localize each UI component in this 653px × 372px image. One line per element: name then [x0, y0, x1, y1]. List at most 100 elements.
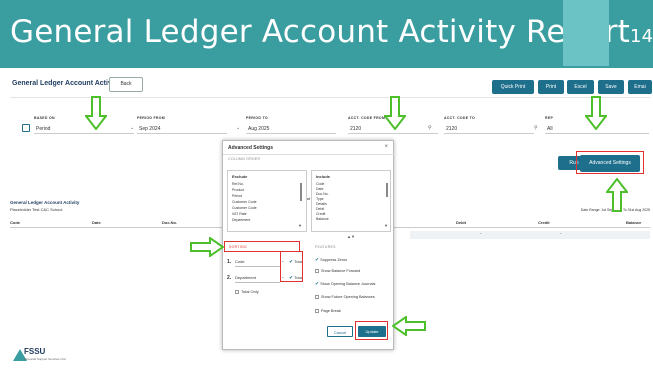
report-school: Placeholder Test C&C School	[10, 207, 63, 212]
page-accent-box	[563, 0, 609, 66]
acct-code-to-input[interactable]: 2120	[444, 124, 534, 134]
list-item[interactable]: Department	[232, 218, 250, 222]
fssu-logo-text: FSSU	[24, 347, 46, 356]
annotation-box-advanced	[576, 151, 644, 174]
fssu-logo-sub: Financial Support Services Unit	[24, 357, 66, 361]
excel-button[interactable]: Excel	[567, 80, 594, 94]
table-row: - -	[410, 231, 650, 239]
period-to-select[interactable]: Aug 2025	[246, 124, 336, 134]
list-item[interactable]: Code	[316, 182, 324, 186]
column-order-label: COLUMN ORDER	[228, 157, 261, 161]
list-item[interactable]: Balance	[316, 217, 329, 221]
exclude-header: Exclude	[232, 174, 248, 179]
close-icon[interactable]: ×	[384, 144, 388, 150]
list-item[interactable]: Details	[316, 202, 327, 206]
slide-title-text: General Ledger Account Activity Report	[10, 14, 631, 50]
total-only-label: Total Only	[241, 289, 259, 294]
list-item[interactable]: Customer Code	[232, 206, 257, 210]
checkbox-icon	[315, 269, 319, 273]
include-header: Include	[316, 174, 331, 179]
features-label: FEATURES	[315, 245, 336, 249]
arrow-up-icon	[606, 178, 628, 212]
scroll-down-icon[interactable]: ▼	[298, 223, 302, 228]
col-code: Code	[10, 220, 20, 225]
list-item[interactable]: Date	[316, 187, 323, 191]
checkbox-icon	[315, 295, 319, 299]
feature-page-break[interactable]: Page Break	[315, 309, 341, 313]
total-only-checkbox[interactable]: Total Only	[235, 289, 259, 294]
list-item[interactable]: Doc.No.	[316, 192, 329, 196]
feature-show-opening-balance-journals[interactable]: ✔ Show Opening Balance Journals	[315, 281, 375, 287]
exclude-list[interactable]: Exclude Ref.No. Product Period Customer …	[227, 170, 307, 232]
rep-label: REP	[545, 116, 554, 120]
feature-label: Suppress Zeros	[320, 258, 348, 262]
list-item[interactable]: Ref.No.	[232, 182, 244, 186]
debit-dash: -	[480, 231, 482, 237]
arrow-down-icon	[85, 96, 107, 130]
list-item[interactable]: VAT Rate	[232, 212, 247, 216]
app-title: General Ledger Account Activity	[12, 80, 121, 87]
arrow-left-icon	[392, 316, 426, 336]
list-item[interactable]: Debit	[316, 207, 324, 211]
arrow-right-icon	[190, 237, 224, 257]
slide-banner: General Ledger Account Activity Report14	[0, 0, 653, 68]
feature-label: Page Break	[321, 309, 341, 313]
checkbox-icon	[235, 289, 239, 294]
sort-number: 1.	[227, 259, 232, 265]
feature-label: Show Opening Balance Journals	[320, 282, 376, 286]
acct-code-to-label: ACCT. CODE TO	[444, 116, 476, 120]
dialog-title: Advanced Settings	[228, 145, 274, 151]
list-item[interactable]: Period	[232, 194, 242, 198]
move-arrows-icon[interactable]: ⇄	[307, 196, 310, 201]
list-item[interactable]: Type	[316, 197, 324, 201]
reorder-icon[interactable]: ▲▼	[347, 234, 355, 239]
sort-number: 2.	[227, 275, 232, 281]
search-icon[interactable]: ⚲	[428, 125, 432, 131]
col-date: Date	[92, 220, 101, 225]
list-item[interactable]: Credit	[316, 212, 325, 216]
credit-dash: -	[560, 231, 562, 237]
col-balance: Balance	[626, 220, 642, 225]
print-button[interactable]: Print	[538, 80, 564, 94]
col-doc-no: Doc.No.	[162, 220, 178, 225]
cancel-button[interactable]: Cancel	[327, 326, 353, 337]
based-on-label: BASED ON	[34, 116, 55, 120]
scroll-down-icon[interactable]: ▼	[384, 223, 388, 228]
scrollbar[interactable]	[300, 183, 302, 201]
chevron-down-icon: ⌄	[236, 125, 241, 131]
list-item[interactable]: Product	[232, 188, 244, 192]
search-icon[interactable]: ⚲	[534, 125, 538, 131]
include-list[interactable]: Include Code Date Doc.No. Type Details D…	[311, 170, 391, 232]
email-button[interactable]: Emai	[628, 80, 652, 94]
period-from-select[interactable]: Sep 2024	[137, 124, 227, 134]
scrollbar[interactable]	[386, 183, 388, 197]
sort-select-2[interactable]: Department	[235, 273, 280, 283]
sort-select-1[interactable]: Code	[235, 257, 280, 267]
app-header: General Ledger Account Activity Back Qui…	[10, 72, 652, 98]
back-button[interactable]: Back	[109, 77, 143, 92]
col-credit: Credit	[538, 220, 550, 225]
annotation-box-total	[280, 251, 303, 282]
report-title: General Ledger Account Activity	[10, 200, 80, 205]
feature-suppress-zeros[interactable]: ✔ Suppress Zeros	[315, 257, 347, 263]
acct-code-from-label: ACCT. CODE FROM	[348, 116, 386, 120]
slide-title: General Ledger Account Activity Report14	[10, 14, 653, 50]
feature-label: Show Balance Forward	[321, 269, 361, 273]
list-item[interactable]: Customer Code	[232, 200, 257, 204]
annotation-box-update	[355, 321, 388, 340]
chevron-down-icon: ⌄	[130, 125, 135, 131]
feature-show-balance-forward[interactable]: Show Balance Forward	[315, 269, 360, 273]
based-on-select[interactable]: Period	[34, 124, 134, 134]
col-debit: Debit	[456, 220, 466, 225]
arrow-down-icon	[384, 96, 406, 130]
save-button[interactable]: Save	[598, 80, 624, 94]
feature-label: Show Future Opening Balances	[321, 295, 375, 299]
feature-show-future-opening-balances[interactable]: Show Future Opening Balances	[315, 295, 375, 299]
period-to-label: PERIOD TO	[246, 116, 268, 120]
checkbox-icon	[315, 309, 319, 313]
calendar-icon[interactable]	[22, 124, 30, 132]
quick-print-button[interactable]: Quick Print	[492, 80, 534, 94]
check-icon: ✔	[315, 257, 320, 263]
period-from-label: PERIOD FROM	[137, 116, 165, 120]
check-icon: ✔	[315, 281, 320, 287]
